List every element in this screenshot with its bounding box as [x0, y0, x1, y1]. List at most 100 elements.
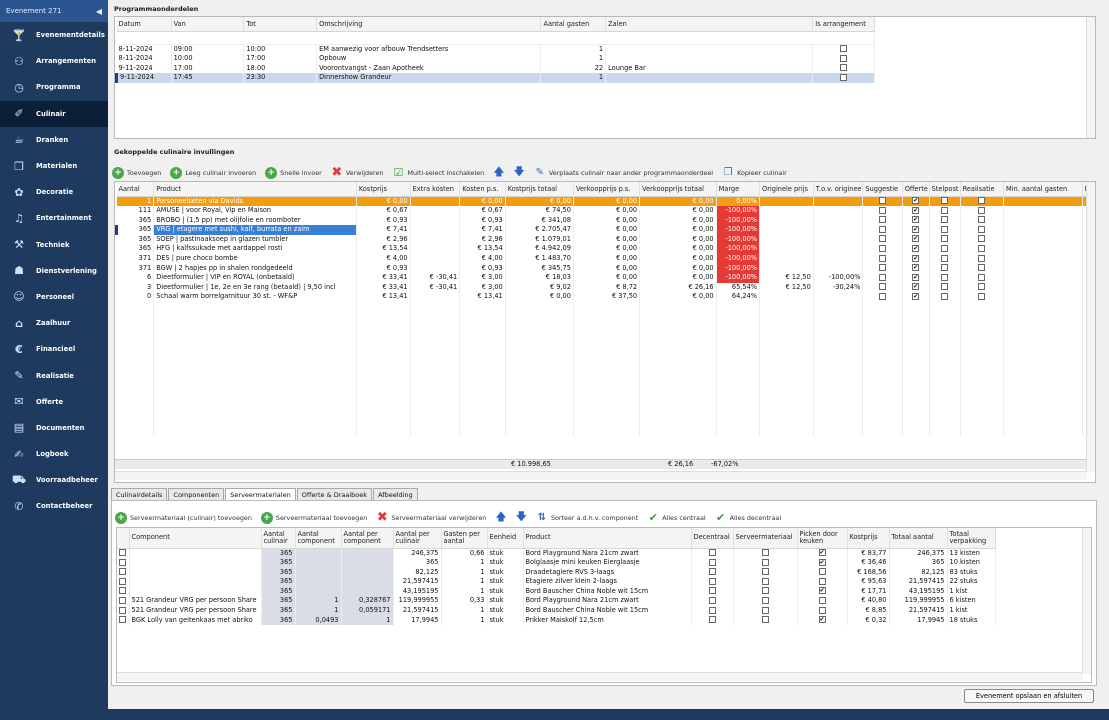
sidebar-item-techniek[interactable]: ⚒ Techniek: [0, 232, 108, 258]
serve-col-header[interactable]: Product: [523, 528, 692, 549]
decentraal-checkbox[interactable]: [708, 568, 716, 576]
serve-row[interactable]: BGK Lolly van geitenkaas met abriko 365 0,…: [117, 615, 996, 626]
culinair-col-header[interactable]: Suggestie: [862, 182, 903, 197]
save-and-close-button[interactable]: Evenement opslaan en afsluiten: [964, 689, 1094, 703]
decentraal-checkbox[interactable]: [708, 606, 716, 614]
stelpost-checkbox[interactable]: [941, 216, 949, 224]
sidebar-item-documenten[interactable]: ▤ Documenten: [0, 415, 108, 441]
suggestie-checkbox[interactable]: [879, 283, 887, 291]
serve-col-header[interactable]: Totaal aantal: [889, 528, 948, 549]
culinair-toolbar-button[interactable]: + Leeg culinair invoeren: [170, 166, 256, 179]
serve-row[interactable]: 365 365 1 stuk Bolglaasje mini keuken Eiergl…: [117, 558, 996, 568]
culinair-row[interactable]: 3 Dieetformulier | 1e, 2e en 3e rang (bet…: [116, 282, 1094, 293]
sidebar-item-personeel[interactable]: ☺ Personeel: [0, 284, 108, 310]
culinair-col-header[interactable]: Kostprijs: [356, 182, 411, 197]
row-select-checkbox[interactable]: [119, 596, 127, 604]
serve-hscroll[interactable]: [117, 672, 1083, 681]
sidebar-item-contactbeheer[interactable]: ✆ Contactbeheer: [0, 493, 108, 519]
event-header[interactable]: Evenement 271 ◀: [0, 0, 108, 22]
serve-col-header[interactable]: Serveermateriaal: [733, 528, 798, 549]
sidebar-item-evenementdetails[interactable]: 🍸 Evenementdetails: [0, 22, 108, 48]
serveermateriaal-checkbox[interactable]: [761, 558, 769, 566]
culinair-col-header[interactable]: Min. aantal gasten: [1003, 182, 1083, 197]
suggestie-checkbox[interactable]: [879, 264, 887, 272]
sidebar-item-financieel[interactable]: € Financieel: [0, 336, 108, 362]
stelpost-checkbox[interactable]: [941, 235, 949, 243]
serve-col-header[interactable]: Gasten per aantal: [441, 528, 488, 549]
picken-checkbox[interactable]: [818, 568, 826, 576]
sidebar-item-realisatie[interactable]: ✎ Realisatie: [0, 362, 108, 388]
serve-row[interactable]: 521 Grandeur VRG per persoon Share 365 1 0,…: [117, 606, 996, 616]
offerte-checkbox[interactable]: ✔: [912, 254, 920, 262]
picken-checkbox[interactable]: ✔: [818, 616, 826, 624]
serve-col-header[interactable]: Picken door keuken: [797, 528, 848, 549]
serve-col-header[interactable]: Component: [129, 528, 262, 549]
serveermateriaal-checkbox[interactable]: [761, 587, 769, 595]
culinair-toolbar-button[interactable]: ✎ Verplaats culinair naar ander programma…: [534, 167, 713, 179]
decentraal-checkbox[interactable]: [708, 558, 716, 566]
stelpost-checkbox[interactable]: [941, 197, 949, 204]
culinair-col-header[interactable]: Stelpost: [929, 182, 961, 197]
serve-row[interactable]: 365 43,195195 1 stuk Bord Bauscher China Nob…: [117, 586, 996, 597]
program-col-header[interactable]: Omschrijving: [316, 17, 542, 32]
offerte-checkbox[interactable]: ✔: [912, 273, 920, 281]
serveermateriaal-checkbox[interactable]: [761, 596, 769, 604]
serve-row[interactable]: 365 21,597415 1 stuk Etagiere zilver klein 2…: [117, 577, 996, 587]
sidebar-item-voorraadbeheer[interactable]: ⛟ Voorraadbeheer: [0, 467, 108, 493]
row-select-checkbox[interactable]: [119, 587, 127, 595]
culinair-row[interactable]: 111 AMUSE | voor Royal, Vip en Maison € 0,…: [116, 206, 1094, 216]
suggestie-checkbox[interactable]: [879, 197, 887, 204]
serveermateriaal-checkbox[interactable]: [761, 577, 769, 585]
serve-toolbar-button[interactable]: ✔ Alles centraal: [647, 511, 706, 524]
program-col-header[interactable]: Datum: [116, 17, 172, 32]
realisatie-checkbox[interactable]: [978, 197, 986, 204]
sidebar-item-logboek[interactable]: ✍ Logboek: [0, 441, 108, 467]
sidebar-item-arrangementen[interactable]: ⚇ Arrangementen: [0, 48, 108, 74]
serveermateriaal-checkbox[interactable]: [761, 549, 769, 556]
serve-col-header[interactable]: Aantal component: [295, 528, 342, 549]
culinair-toolbar-button[interactable]: ✖ Verwijderen: [331, 165, 383, 180]
culinair-col-header[interactable]: Realisatie: [960, 182, 1005, 197]
serve-col-header[interactable]: Aantal culinair: [261, 528, 296, 549]
serve-col-header[interactable]: Kostprijs: [847, 528, 890, 549]
serve-vscroll[interactable]: [1082, 528, 1091, 674]
culinair-col-header[interactable]: T.o.v. origineel: [813, 182, 864, 197]
suggestie-checkbox[interactable]: [879, 235, 887, 243]
culinair-row[interactable]: 0 Schaal warm borrelgarnituur 30 st. - WF…: [116, 292, 1094, 303]
is-arrangement-checkbox[interactable]: [840, 54, 848, 62]
offerte-checkbox[interactable]: ✔: [912, 225, 920, 233]
offerte-checkbox[interactable]: ✔: [912, 235, 920, 243]
culinair-row[interactable]: 1 Personeelseten via Davids € 0,00 € 0,00 € …: [116, 196, 1094, 207]
sidebar-item-decoratie[interactable]: ✿ Decoratie: [0, 179, 108, 205]
serve-toolbar-button[interactable]: ✖ Serveermateriaal verwijderen: [376, 510, 486, 525]
serve-col-header[interactable]: Eenheid: [487, 528, 524, 549]
culinair-vscroll[interactable]: [1086, 182, 1095, 472]
culinair-col-header[interactable]: Kosten p.s.: [459, 182, 506, 197]
suggestie-checkbox[interactable]: [879, 225, 887, 233]
culinair-col-header[interactable]: Offerte: [902, 182, 930, 197]
serve-col-header[interactable]: Totaal verpakking: [947, 528, 996, 549]
stelpost-checkbox[interactable]: [941, 254, 949, 262]
sidebar-item-offerte[interactable]: ✉ Offerte: [0, 389, 108, 415]
culinair-col-header[interactable]: Aantal: [116, 182, 155, 197]
culinair-col-header[interactable]: Originele prijs: [759, 182, 814, 197]
program-row[interactable]: 8-11-2024 10:00 17:00 Opbouw 1: [116, 54, 875, 64]
serve-toolbar-button[interactable]: ⇅ Sorteer a.d.h.v. component: [536, 512, 638, 524]
program-row[interactable]: 9-11-2024 17:45 23:30 Dinnershow Grandeur 1: [115, 73, 875, 83]
serve-row[interactable]: 365 246,375 0,66 stuk Bord Playground Nara 2…: [117, 548, 996, 559]
suggestie-checkbox[interactable]: [879, 216, 887, 224]
program-col-header[interactable]: Aantal gasten: [540, 17, 607, 32]
move-up-arrow-icon[interactable]: 🡅: [493, 163, 504, 182]
realisatie-checkbox[interactable]: [978, 283, 986, 291]
serveermateriaal-checkbox[interactable]: [761, 568, 769, 576]
realisatie-checkbox[interactable]: [978, 235, 986, 243]
suggestie-checkbox[interactable]: [879, 244, 887, 252]
program-col-header[interactable]: Van: [171, 17, 245, 32]
picken-checkbox[interactable]: [818, 596, 826, 604]
suggestie-checkbox[interactable]: [879, 292, 887, 300]
culinair-row[interactable]: 365 SOEP | pastinaaksoep in glazen tumble…: [116, 234, 1094, 245]
sidebar-item-zaalhuur[interactable]: ⌂ Zaalhuur: [0, 310, 108, 336]
is-arrangement-checkbox[interactable]: [840, 45, 848, 52]
culinair-col-header[interactable]: Marge: [716, 182, 761, 197]
collapse-arrow-icon[interactable]: ◀: [96, 7, 102, 16]
